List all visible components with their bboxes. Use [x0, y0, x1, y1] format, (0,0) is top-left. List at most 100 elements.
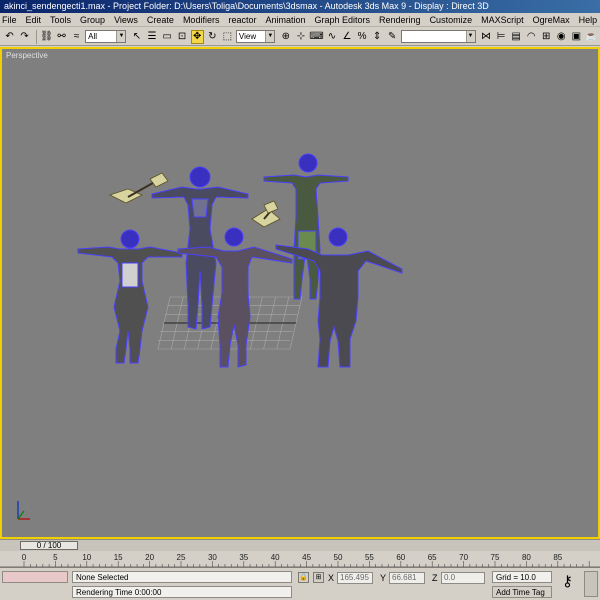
- window-crossing-icon[interactable]: ⊡: [176, 30, 189, 44]
- track-tick-label: 60: [396, 553, 405, 562]
- track-tick-label: 45: [302, 553, 311, 562]
- add-time-tag-label: Add Time Tag: [496, 588, 545, 597]
- bind-space-warp-icon[interactable]: ≈: [70, 30, 83, 44]
- maxscript-listener-mini[interactable]: [2, 571, 68, 583]
- track-tick-label: 35: [239, 553, 248, 562]
- z-coordinate-field[interactable]: 0.0: [441, 572, 485, 584]
- y-coordinate-field[interactable]: 66.681: [389, 572, 425, 584]
- spinner-snap-icon[interactable]: ⇕: [371, 30, 384, 44]
- selection-filter-dropdown[interactable]: All ▼: [85, 30, 127, 43]
- track-tick-label: 65: [428, 553, 437, 562]
- track-tick-label: 10: [82, 553, 91, 562]
- window-title-bar: akinci_sendengecti1.max - Project Folder…: [0, 0, 600, 13]
- prompt-line: Rendering Time 0:00:00: [72, 586, 292, 598]
- character-front-left: [77, 229, 183, 364]
- reference-coordinate-dropdown[interactable]: View ▼: [235, 30, 276, 43]
- time-slider-thumb[interactable]: 0 / 100: [20, 541, 78, 550]
- track-tick-label: 70: [459, 553, 468, 562]
- track-tick-label: 80: [522, 553, 531, 562]
- snaps-toggle-icon[interactable]: ∿: [325, 30, 338, 44]
- render-icon[interactable]: ☕: [585, 30, 598, 44]
- viewport-scene: [17, 153, 403, 520]
- chevron-down-icon: ▼: [265, 31, 275, 42]
- menu-modifiers[interactable]: Modifiers: [183, 15, 220, 25]
- select-and-rotate-icon[interactable]: ↻: [206, 30, 219, 44]
- window-title: akinci_sendengecti1.max - Project Folder…: [4, 1, 489, 11]
- percent-snap-icon[interactable]: %: [356, 30, 369, 44]
- track-tick-label: 75: [491, 553, 500, 562]
- status-bar: None Selected Rendering Time 0:00:00 🔒 ⊞…: [0, 568, 600, 600]
- track-bar-ruler: 0 5 10 15 20 25 30 35 40 45 50 55 60 65 70 75 80 85: [0, 553, 600, 568]
- rendering-time-text: Rendering Time 0:00:00: [76, 588, 162, 597]
- weapon-axe-left: [108, 172, 169, 204]
- select-and-move-icon[interactable]: ✥: [190, 29, 204, 44]
- align-icon[interactable]: ⊨: [495, 30, 508, 44]
- rectangular-selection-icon[interactable]: ▭: [161, 30, 174, 44]
- track-tick-label: 50: [334, 553, 343, 562]
- pivot-center-icon[interactable]: ⊕: [279, 30, 292, 44]
- reference-coordinate-value: View: [238, 32, 257, 41]
- track-tick-label: 30: [208, 553, 217, 562]
- z-coordinate-label: Z: [432, 573, 438, 583]
- main-toolbar: ↶ ↷ ⛓ ⚯ ≈ All ▼ ↖ ☰ ▭ ⊡ ✥ ↻ ⬚ View ▼ ⊕ ⊹…: [0, 28, 600, 46]
- grid-size-display: Grid = 10.0: [492, 571, 552, 583]
- menu-graph-editors[interactable]: Graph Editors: [315, 15, 371, 25]
- menu-rendering[interactable]: Rendering: [379, 15, 421, 25]
- render-setup-icon[interactable]: ▣: [570, 30, 583, 44]
- auto-key-button[interactable]: [584, 571, 598, 597]
- track-tick-label: 85: [553, 553, 562, 562]
- layer-manager-icon[interactable]: ▤: [510, 30, 523, 44]
- absolute-offset-toggle-icon[interactable]: ⊞: [313, 572, 324, 583]
- y-coordinate-label: Y: [380, 573, 387, 583]
- menu-tools[interactable]: Tools: [50, 15, 71, 25]
- angle-snap-icon[interactable]: ∠: [340, 30, 353, 44]
- menu-maxscript[interactable]: MAXScript: [481, 15, 524, 25]
- menu-ogremax[interactable]: OgreMax: [533, 15, 570, 25]
- curve-editor-icon[interactable]: ◠: [525, 30, 538, 44]
- unlink-icon[interactable]: ⚯: [55, 30, 68, 44]
- select-and-link-icon[interactable]: ⛓: [40, 30, 53, 44]
- select-by-name-icon[interactable]: ☰: [146, 30, 159, 44]
- menu-help[interactable]: Help: [579, 15, 598, 25]
- selection-status: None Selected: [72, 571, 292, 583]
- menu-reactor[interactable]: reactor: [228, 15, 256, 25]
- track-tick-label: 15: [114, 553, 123, 562]
- chevron-down-icon: ▼: [465, 31, 475, 42]
- toolbar-separator: [36, 29, 38, 44]
- track-tick-label: 55: [365, 553, 374, 562]
- x-coordinate-label: X: [328, 573, 335, 583]
- add-time-tag-button[interactable]: Add Time Tag: [492, 586, 552, 598]
- x-coordinate-field[interactable]: 165.495: [337, 572, 373, 584]
- perspective-viewport[interactable]: Perspective: [0, 47, 600, 539]
- menu-group[interactable]: Group: [80, 15, 105, 25]
- schematic-view-icon[interactable]: ⊞: [540, 30, 553, 44]
- menu-views[interactable]: Views: [114, 15, 138, 25]
- select-and-scale-icon[interactable]: ⬚: [221, 30, 234, 44]
- selection-filter-value: All: [88, 32, 98, 41]
- select-and-manipulate-icon[interactable]: ⊹: [294, 30, 307, 44]
- set-key-icon[interactable]: ⚷: [562, 574, 573, 590]
- menu-customize[interactable]: Customize: [430, 15, 473, 25]
- menu-file[interactable]: File: [2, 15, 17, 25]
- menu-edit[interactable]: Edit: [26, 15, 42, 25]
- track-tick-label: 20: [145, 553, 154, 562]
- keyboard-shortcut-override-icon[interactable]: ⌨: [309, 30, 323, 44]
- material-editor-icon[interactable]: ◉: [555, 30, 568, 44]
- track-tick-label: 5: [53, 553, 58, 562]
- menu-bar: File Edit Tools Group Views Create Modifiers re…: [0, 13, 600, 27]
- select-object-icon[interactable]: ↖: [130, 30, 143, 44]
- lock-selection-icon[interactable]: 🔒: [298, 572, 309, 583]
- undo-icon[interactable]: ↶: [3, 30, 16, 44]
- mirror-icon[interactable]: ⋈: [480, 30, 493, 44]
- track-tick-label: 25: [177, 553, 186, 562]
- edit-named-selection-icon[interactable]: ✎: [386, 30, 399, 44]
- axis-tripod-icon: [17, 501, 30, 520]
- grid-size-text: Grid = 10.0: [496, 573, 536, 582]
- menu-animation[interactable]: Animation: [265, 15, 305, 25]
- menu-create[interactable]: Create: [147, 15, 174, 25]
- redo-icon[interactable]: ↷: [18, 30, 31, 44]
- named-selection-set-dropdown[interactable]: ▼: [400, 30, 476, 43]
- track-bar[interactable]: 0 5 10 15 20 25 30 35 40 45 50 55 60 65 70 75 80 85: [0, 551, 600, 568]
- track-tick-label: 0: [22, 553, 27, 562]
- time-slider[interactable]: 0 / 100: [0, 539, 600, 551]
